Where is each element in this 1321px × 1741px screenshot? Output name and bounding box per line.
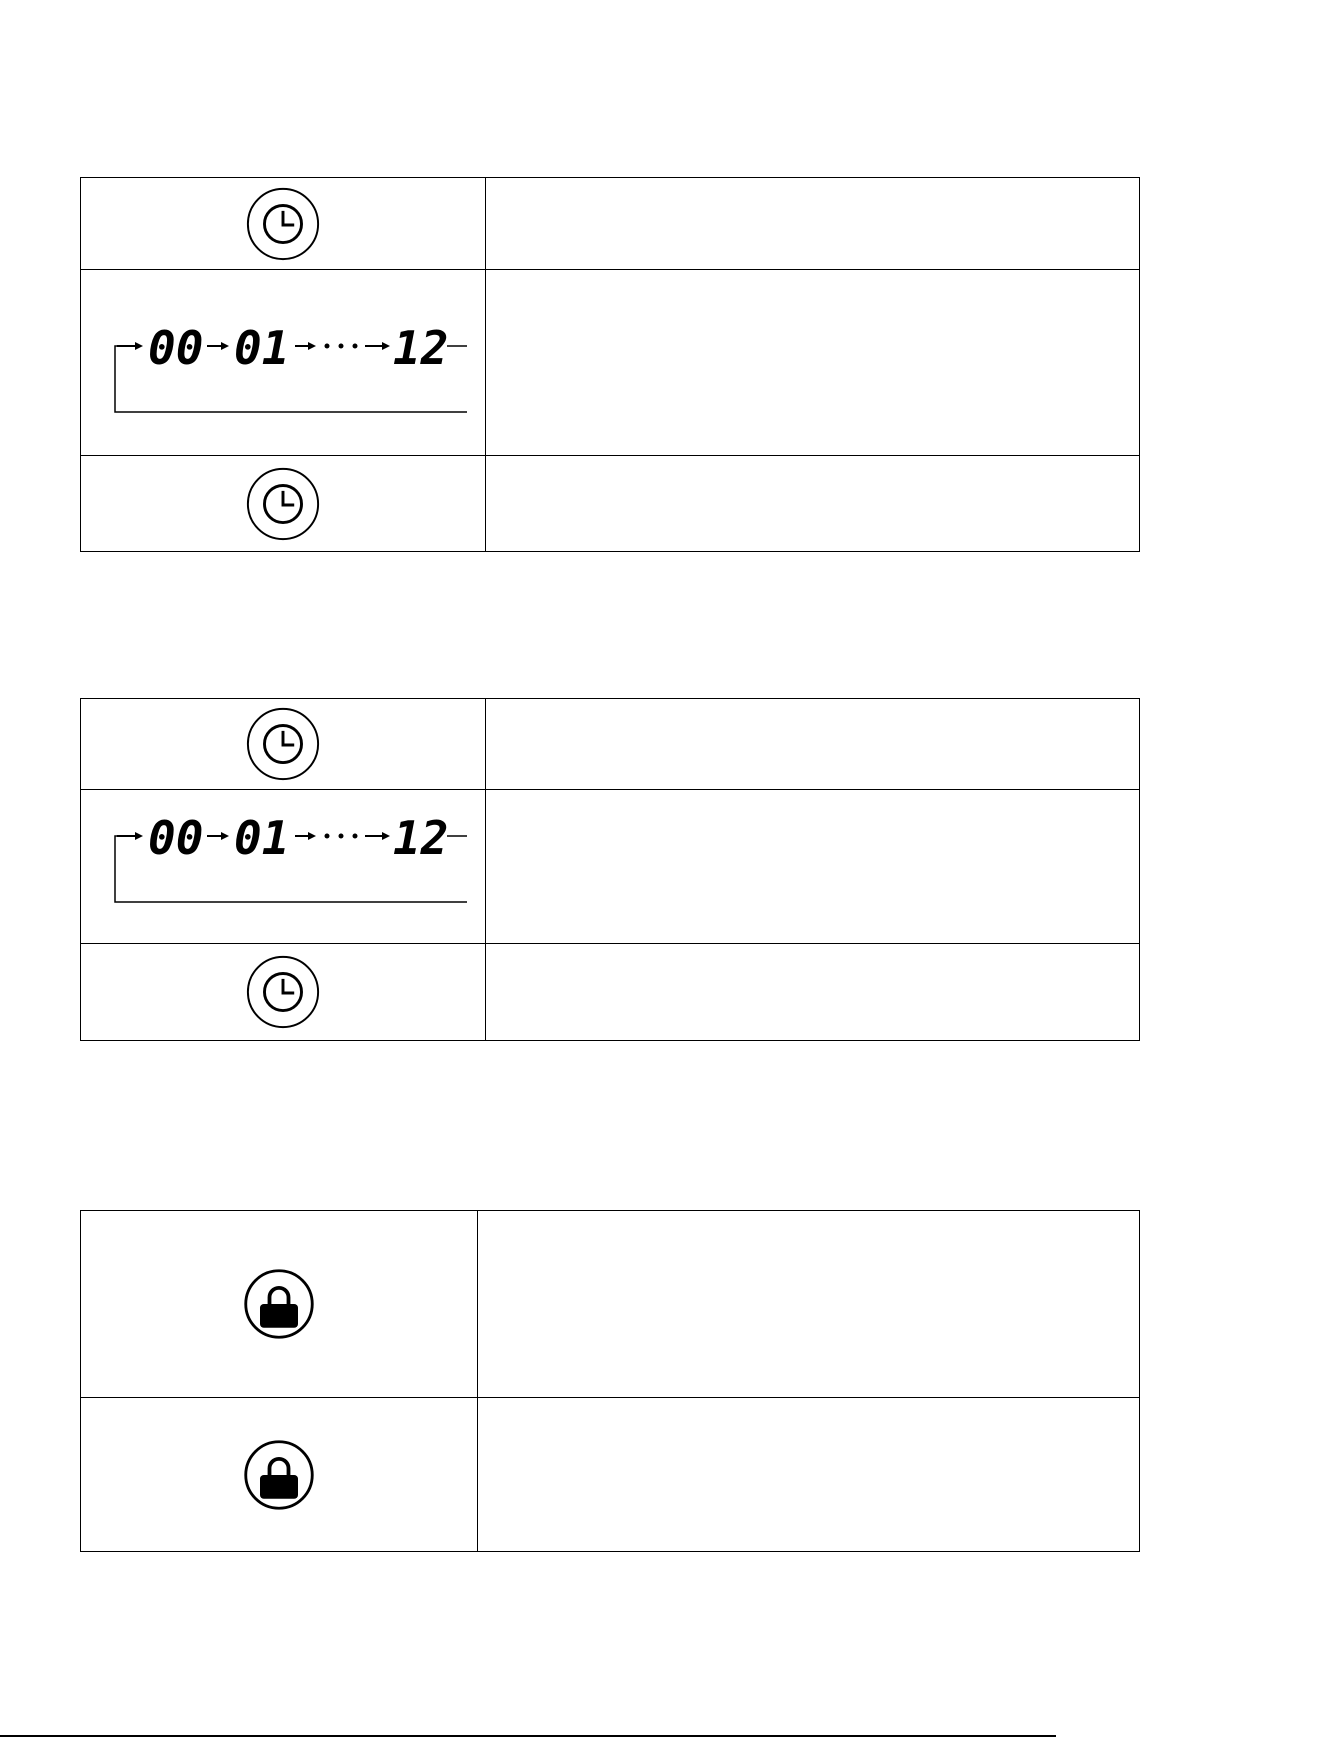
description-cell <box>479 1398 1139 1551</box>
lock-button-icon[interactable] <box>241 1437 317 1513</box>
sequence-digits: 01 <box>234 321 289 375</box>
lock-button-icon[interactable] <box>241 1266 317 1342</box>
lock-table <box>80 1210 1140 1552</box>
sequence-digits: 12 <box>393 811 448 865</box>
clock-button-icon[interactable] <box>244 185 322 263</box>
clock-button-icon[interactable] <box>244 465 322 543</box>
sequence-digits: 00 <box>148 811 203 865</box>
table-row <box>81 178 1139 269</box>
sequence-digits: 01 <box>234 811 289 865</box>
timer-table-1: 00 01 12 <box>80 177 1140 552</box>
description-cell <box>487 790 1139 943</box>
clock-button-icon[interactable] <box>244 705 322 783</box>
page-bottom-rule <box>0 1735 1056 1737</box>
timer-sequence-display: 00 01 12 <box>87 804 467 914</box>
description-cell <box>487 699 1139 789</box>
timer-table-2: 00 01 12 <box>80 698 1140 1041</box>
table-row: 00 01 12 <box>81 789 1139 943</box>
table-row: 00 01 12 <box>81 269 1139 455</box>
description-cell <box>487 456 1139 551</box>
table-row <box>81 699 1139 789</box>
table-row <box>81 1397 1139 1551</box>
description-cell <box>487 178 1139 269</box>
description-cell <box>479 1211 1139 1397</box>
table-row <box>81 943 1139 1040</box>
sequence-digits: 00 <box>148 321 203 375</box>
clock-button-icon[interactable] <box>244 953 322 1031</box>
table-row <box>81 1211 1139 1397</box>
description-cell <box>487 270 1139 455</box>
table-row <box>81 455 1139 551</box>
description-cell <box>487 944 1139 1040</box>
sequence-digits: 12 <box>393 321 448 375</box>
timer-sequence-display: 00 01 12 <box>87 314 467 424</box>
